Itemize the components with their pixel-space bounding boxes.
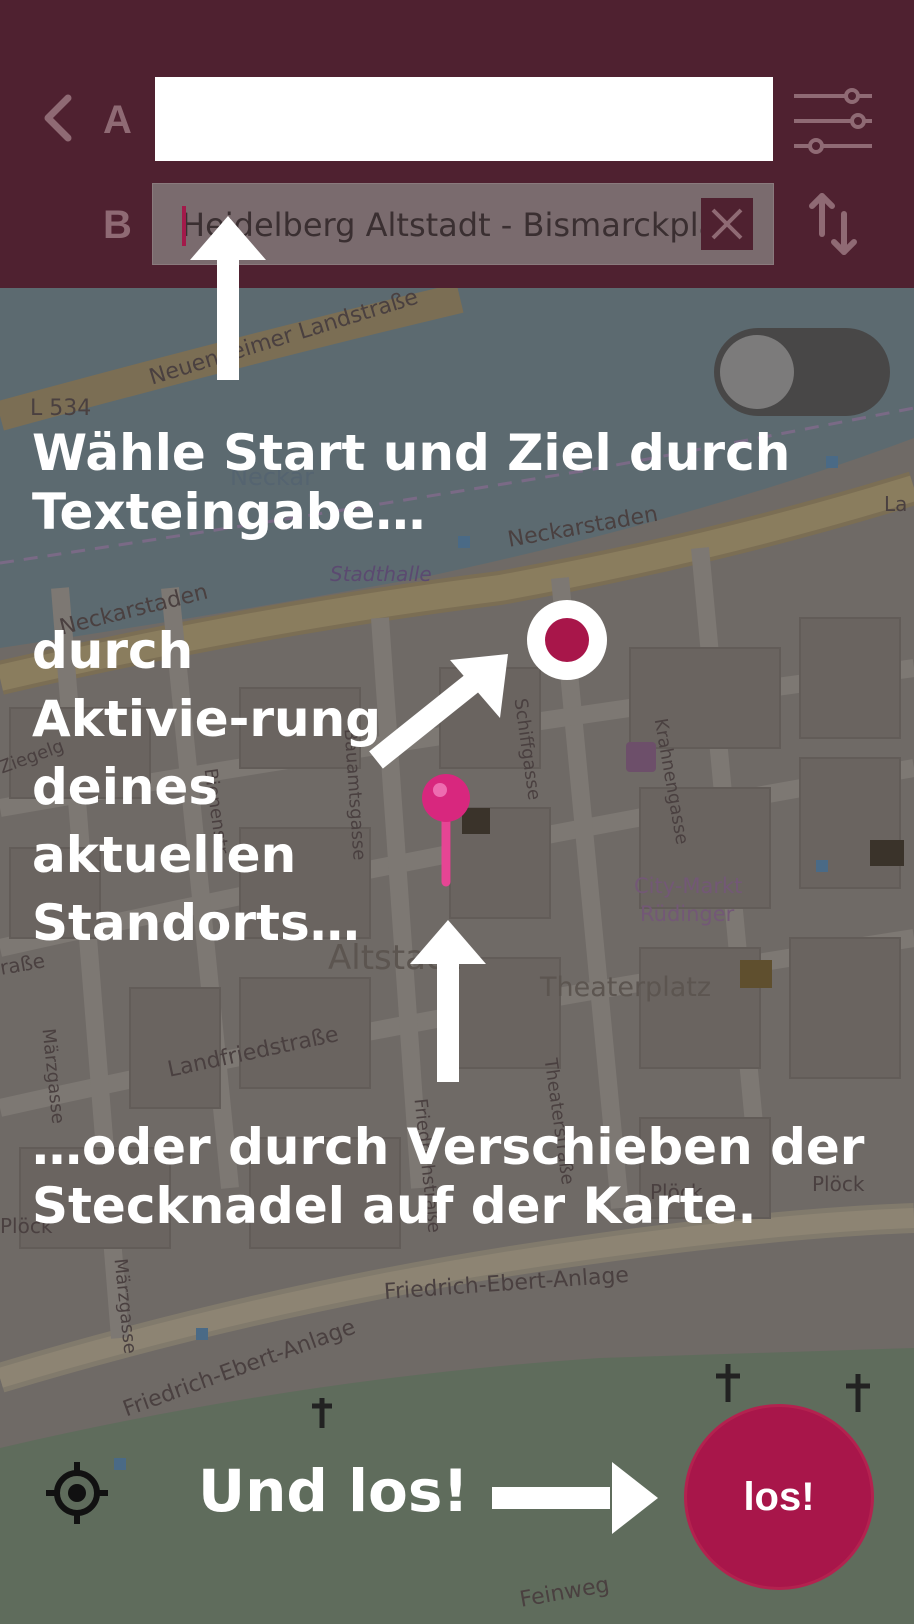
go-button-label: los! xyxy=(743,1474,815,1519)
map-pin-icon[interactable] xyxy=(420,772,472,888)
arrow-right-icon xyxy=(492,1462,658,1534)
sliders-icon[interactable] xyxy=(792,88,874,154)
tutorial-step-text: durch Aktivie-rung deines aktuellen Stan… xyxy=(32,622,382,952)
map-label: L 534 xyxy=(30,396,92,421)
arrow-up-icon xyxy=(410,920,486,1082)
chevron-left-icon[interactable] xyxy=(40,92,76,144)
map-label: Theaterplatz xyxy=(540,972,712,1003)
tutorial-step-text: …oder durch Verschieben der Stecknadel a… xyxy=(32,1118,865,1235)
map-label: La xyxy=(884,492,908,516)
swap-vertical-icon[interactable] xyxy=(808,190,858,258)
destination-label: B xyxy=(103,203,132,247)
map-label: Rüdinger xyxy=(640,902,735,926)
toggle-knob xyxy=(720,335,794,409)
arrow-up-icon xyxy=(190,216,266,380)
go-button[interactable]: los! xyxy=(684,1404,874,1590)
current-location-marker[interactable] xyxy=(526,599,608,681)
map-label: City-Markt xyxy=(634,874,743,898)
text-cursor xyxy=(182,206,186,246)
start-label: A xyxy=(103,98,132,142)
route-search-header: A B Heidelberg Altstadt - Bismarckpla xyxy=(0,0,914,288)
start-input[interactable] xyxy=(155,77,773,161)
tutorial-step-text: Wähle Start und Ziel durch Texteingabe… xyxy=(32,424,791,541)
tutorial-step-text: Und los! xyxy=(198,1457,469,1525)
close-icon[interactable] xyxy=(701,198,753,250)
map-layer-toggle[interactable] xyxy=(714,328,890,416)
map-label: Stadthalle xyxy=(330,562,432,586)
crosshair-locate-icon[interactable] xyxy=(46,1462,108,1524)
